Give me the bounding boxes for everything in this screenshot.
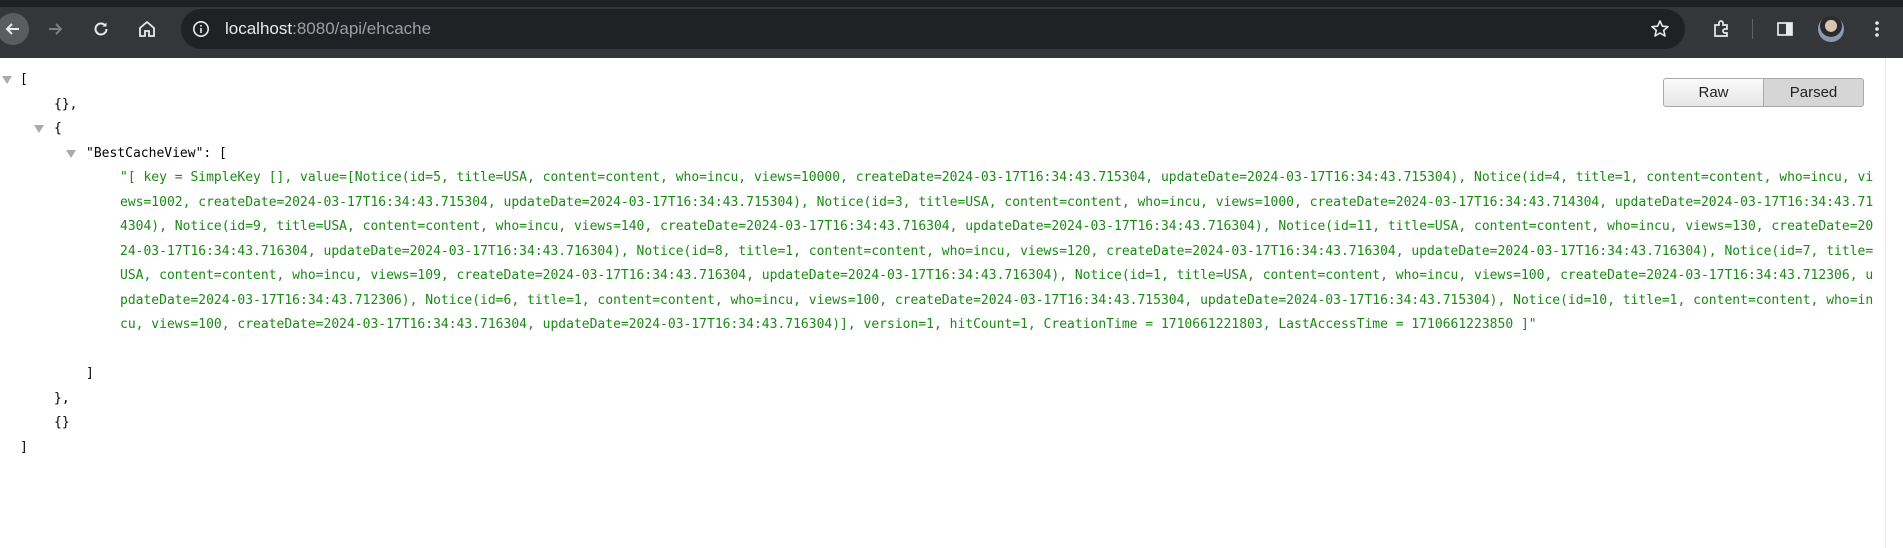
- vertical-scrollbar[interactable]: [1885, 58, 1903, 548]
- json-line-empty-1: {},: [0, 93, 1880, 118]
- address-bar[interactable]: localhost:8080/api/ehcache: [181, 9, 1685, 49]
- kebab-menu-icon[interactable]: [1862, 14, 1892, 44]
- home-icon[interactable]: [132, 14, 162, 44]
- browser-toolbar: localhost:8080/api/ehcache: [0, 0, 1903, 58]
- page-content: Raw Parsed [ {}, { "BestCacheView": [ "[…: [0, 58, 1903, 548]
- tab-strip: [0, 0, 1903, 7]
- collapse-triangle-icon[interactable]: [66, 149, 76, 158]
- reload-icon[interactable]: [86, 14, 116, 44]
- forward-icon[interactable]: [40, 14, 70, 44]
- bookmark-star-icon[interactable]: [1649, 18, 1671, 40]
- collapse-triangle-icon[interactable]: [34, 125, 44, 133]
- root-close-bracket: ]: [20, 439, 28, 455]
- json-tree: [ {}, { "BestCacheView": [ "[ key = Simp…: [0, 68, 1880, 460]
- json-string-value: "[ key = SimpleKey [], value=[Notice(id=…: [120, 170, 1874, 332]
- json-line-object-open: {: [0, 117, 1880, 142]
- empty-object-2: {}: [54, 415, 70, 430]
- object-close-brace: },: [54, 390, 70, 406]
- json-key-bestcacheview: "BestCacheView": [: [86, 145, 227, 161]
- back-icon[interactable]: [0, 13, 29, 45]
- json-line-root-open: [: [0, 68, 1880, 93]
- extensions-icon[interactable]: [1706, 14, 1736, 44]
- url-text[interactable]: localhost:8080/api/ehcache: [225, 19, 431, 39]
- root-open-bracket: [: [20, 72, 28, 87]
- json-line-inner-close: ]: [0, 362, 1880, 387]
- collapse-triangle-icon[interactable]: [2, 76, 12, 84]
- toolbar-divider: [1752, 19, 1753, 39]
- json-line-empty-2: {}: [0, 411, 1880, 436]
- object-open-brace: {: [54, 121, 62, 136]
- json-line-key: "BestCacheView": [: [0, 142, 1880, 167]
- side-panel-icon[interactable]: [1770, 14, 1800, 44]
- json-line-root-close: ]: [0, 436, 1880, 461]
- inner-close-bracket: ]: [86, 366, 94, 381]
- site-info-icon[interactable]: [191, 19, 211, 39]
- profile-avatar[interactable]: [1818, 16, 1844, 42]
- url-path: :8080/api/ehcache: [292, 19, 432, 38]
- json-line-value: "[ key = SimpleKey [], value=[Notice(id=…: [0, 166, 1880, 362]
- url-host: localhost: [225, 19, 293, 38]
- json-line-object-close: },: [0, 387, 1880, 412]
- empty-object-1: {},: [54, 96, 78, 112]
